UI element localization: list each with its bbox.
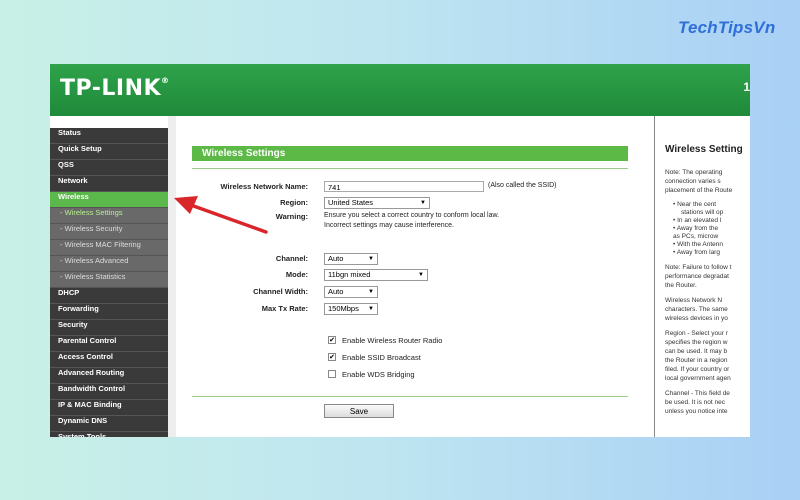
dropdown-arrow-icon: ▼ bbox=[368, 306, 374, 312]
sidebar-item-dhcp[interactable]: DHCP bbox=[50, 288, 168, 304]
channel-width-label: Channel Width: bbox=[253, 287, 308, 296]
brand-watermark: TechTipsVn bbox=[678, 18, 776, 37]
help-text-line: characters. The same bbox=[665, 306, 728, 313]
sidebar-item-forwarding[interactable]: Forwarding bbox=[50, 304, 168, 320]
channel-width-select-value: Auto bbox=[328, 287, 344, 296]
sidebar-item-security[interactable]: Security bbox=[50, 320, 168, 336]
help-text-line: Region - Select your r bbox=[665, 330, 728, 337]
help-text-line: specifies the region w bbox=[665, 339, 728, 346]
help-bullet: • Away from larg bbox=[673, 249, 720, 256]
max-tx-rate-label: Max Tx Rate: bbox=[261, 304, 308, 313]
main-content: Wireless Settings Wireless Network Name:… bbox=[176, 116, 654, 437]
warning-line-2: Incorrect settings may cause interferenc… bbox=[324, 222, 454, 229]
sidebar-item-bandwidth-control[interactable]: Bandwidth Control bbox=[50, 384, 168, 400]
dropdown-arrow-icon: ▼ bbox=[418, 272, 424, 278]
help-bullet-text: stations will op bbox=[681, 209, 724, 216]
help-bullet-text: In an elevated l bbox=[677, 217, 722, 224]
dropdown-arrow-icon: ▼ bbox=[368, 256, 374, 262]
ssid-hint: (Also called the SSID) bbox=[488, 182, 557, 189]
help-bullet: • Away from the bbox=[673, 225, 719, 232]
region-select-value: United States bbox=[328, 198, 374, 207]
help-title: Wireless Setting bbox=[665, 144, 743, 155]
sidebar-item-system-tools[interactable]: System Tools bbox=[50, 432, 168, 437]
help-text-line: connection varies s bbox=[665, 178, 721, 185]
router-admin-window: TP-LINK® 1 Status Quick Setup QSS Network Wi… bbox=[50, 64, 750, 437]
enable-ssid-broadcast-label: Enable SSID Broadcast bbox=[342, 353, 421, 362]
red-pointer-arrow-icon bbox=[174, 196, 268, 234]
network-name-input[interactable]: 741 bbox=[324, 181, 484, 192]
help-bullet-text: With the Antenn bbox=[677, 241, 723, 248]
sidebar-item-wireless-statistics[interactable]: - Wireless Statistics bbox=[50, 272, 168, 288]
enable-radio-label: Enable Wireless Router Radio bbox=[342, 336, 443, 345]
sidebar-item-access-control[interactable]: Access Control bbox=[50, 352, 168, 368]
section-title: Wireless Settings bbox=[192, 146, 628, 161]
enable-ssid-broadcast-checkbox[interactable]: ✔ bbox=[328, 353, 336, 361]
dropdown-arrow-icon: ▼ bbox=[368, 289, 374, 295]
tplink-logo: TP-LINK® bbox=[60, 76, 170, 101]
page-header: TP-LINK® 1 bbox=[50, 64, 750, 116]
help-text-line: placement of the Route bbox=[665, 187, 733, 194]
dropdown-arrow-icon: ▼ bbox=[420, 200, 426, 206]
enable-radio-checkbox[interactable]: ✔ bbox=[328, 336, 336, 344]
region-select[interactable]: United States ▼ bbox=[324, 197, 430, 209]
sidebar-item-wireless-security[interactable]: - Wireless Security bbox=[50, 224, 168, 240]
save-button[interactable]: Save bbox=[324, 404, 394, 418]
channel-select-value: Auto bbox=[328, 254, 344, 263]
mode-select-value: 11bgn mixed bbox=[328, 270, 371, 279]
sidebar-item-wireless[interactable]: Wireless bbox=[50, 192, 168, 208]
sidebar-item-wireless-advanced[interactable]: - Wireless Advanced bbox=[50, 256, 168, 272]
title-divider bbox=[192, 168, 628, 169]
sidebar-menu: Status Quick Setup QSS Network Wireless - Wir… bbox=[50, 128, 168, 437]
bottom-divider bbox=[192, 396, 628, 397]
sidebar-item-quick-setup[interactable]: Quick Setup bbox=[50, 144, 168, 160]
max-tx-rate-select-value: 150Mbps bbox=[328, 304, 359, 313]
help-bullet: as PCs, microw bbox=[673, 233, 718, 240]
help-text-line: Note: Failure to follow t bbox=[665, 264, 732, 271]
help-text-line: filed. If your country or bbox=[665, 366, 730, 373]
help-bullet: • With the Antenn bbox=[673, 241, 723, 248]
help-text-line: performance degradat bbox=[665, 273, 729, 280]
sidebar-item-qss[interactable]: QSS bbox=[50, 160, 168, 176]
enable-wds-label: Enable WDS Bridging bbox=[342, 370, 415, 379]
help-panel: Wireless Setting Note: The operating conn… bbox=[655, 116, 750, 437]
warning-line-1: Ensure you select a correct country to c… bbox=[324, 212, 500, 219]
header-model-text: 1 bbox=[743, 80, 750, 94]
sidebar-item-wireless-settings[interactable]: - Wireless Settings bbox=[50, 208, 168, 224]
separator-strip bbox=[168, 116, 176, 437]
help-text-line: the Router in a region bbox=[665, 357, 728, 364]
help-bullet: stations will op bbox=[681, 209, 723, 216]
help-text-line: local government agen bbox=[665, 375, 731, 382]
mode-select[interactable]: 11bgn mixed ▼ bbox=[324, 269, 428, 281]
sidebar-item-advanced-routing[interactable]: Advanced Routing bbox=[50, 368, 168, 384]
help-bullet: • Near the cent bbox=[673, 201, 717, 208]
max-tx-rate-select[interactable]: 150Mbps ▼ bbox=[324, 303, 378, 315]
sidebar-item-wireless-mac-filtering[interactable]: - Wireless MAC Filtering bbox=[50, 240, 168, 256]
help-text-line: Channel - This field de bbox=[665, 390, 730, 397]
sidebar-item-parental-control[interactable]: Parental Control bbox=[50, 336, 168, 352]
channel-select[interactable]: Auto ▼ bbox=[324, 253, 378, 265]
help-bullet: • In an elevated l bbox=[673, 217, 722, 224]
sidebar-item-network[interactable]: Network bbox=[50, 176, 168, 192]
help-text-line: be used. It is not nec bbox=[665, 399, 725, 406]
help-text-line: can be used. It may b bbox=[665, 348, 728, 355]
help-bullet-text: Near the cent bbox=[677, 201, 717, 208]
help-bullet-text: as PCs, microw bbox=[673, 233, 719, 240]
sidebar-item-dynamic-dns[interactable]: Dynamic DNS bbox=[50, 416, 168, 432]
sidebar-item-ip-mac-binding[interactable]: IP & MAC Binding bbox=[50, 400, 168, 416]
help-text-line: unless you notice inte bbox=[665, 408, 728, 415]
channel-width-select[interactable]: Auto ▼ bbox=[324, 286, 378, 298]
help-bullet-text: Away from the bbox=[676, 225, 719, 232]
help-text-line: Wireless Network N bbox=[665, 297, 723, 304]
channel-label: Channel: bbox=[275, 254, 308, 263]
enable-wds-checkbox[interactable] bbox=[328, 370, 336, 378]
help-text-line: Note: The operating bbox=[665, 169, 723, 176]
sidebar-item-status[interactable]: Status bbox=[50, 128, 168, 144]
help-text-line: the Router. bbox=[665, 282, 697, 289]
help-text-line: wireless devices in yo bbox=[665, 315, 728, 322]
mode-label: Mode: bbox=[285, 270, 308, 279]
help-bullet-text: Away from larg bbox=[676, 249, 720, 256]
